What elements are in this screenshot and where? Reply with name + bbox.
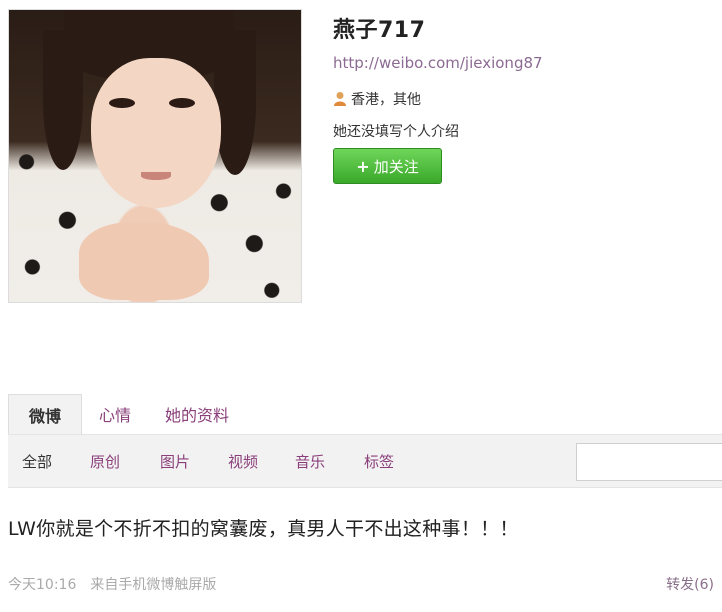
avatar-mouth <box>141 172 171 180</box>
tab-profile-info[interactable]: 她的资料 <box>165 402 229 426</box>
profile-avatar[interactable] <box>8 9 302 303</box>
search-input[interactable] <box>576 443 722 481</box>
profile-name: 燕子717 <box>333 18 426 43</box>
avatar-eye-right <box>169 98 195 108</box>
post-text: LW你就是个不折不扣的窝囊废，真男人干不出这种事！！！ <box>8 518 519 540</box>
filter-original[interactable]: 原创 <box>90 451 120 472</box>
location-text: 香港，其他 <box>351 92 421 108</box>
avatar-hair-right <box>214 30 256 175</box>
filter-all[interactable]: 全部 <box>22 451 52 472</box>
filter-tags[interactable]: 标签 <box>364 451 394 472</box>
plus-icon: + <box>356 156 370 176</box>
profile-location: 香港，其他 <box>333 89 421 109</box>
follow-button-label: 加关注 <box>373 157 419 176</box>
follow-button[interactable]: + 加关注 <box>333 148 442 184</box>
tab-mood[interactable]: 心情 <box>99 402 131 426</box>
tab-weibo[interactable]: 微博 <box>8 394 82 435</box>
filter-videos[interactable]: 视频 <box>228 451 258 472</box>
filter-images[interactable]: 图片 <box>160 451 190 472</box>
avatar-hair-left <box>43 30 83 170</box>
profile-tabs: 微博 心情 她的资料 <box>0 394 722 435</box>
avatar-face <box>91 58 221 208</box>
filter-music[interactable]: 音乐 <box>295 451 325 472</box>
post-time-link[interactable]: 今天10:16 <box>8 574 76 594</box>
profile-url-link[interactable]: http://weibo.com/jiexiong87 <box>333 54 543 72</box>
person-icon <box>334 92 346 106</box>
profile-bio: 她还没填写个人介绍 <box>333 124 459 140</box>
filter-bar: 全部 原创 图片 视频 音乐 标签 <box>8 434 722 488</box>
post-source-link[interactable]: 来自手机微博触屏版 <box>90 574 216 594</box>
avatar-eye-left <box>109 98 135 108</box>
avatar-hand <box>79 222 209 300</box>
repost-link[interactable]: 转发(6) <box>666 574 714 594</box>
post-meta: 今天10:16 来自手机微博触屏版 <box>8 574 216 594</box>
